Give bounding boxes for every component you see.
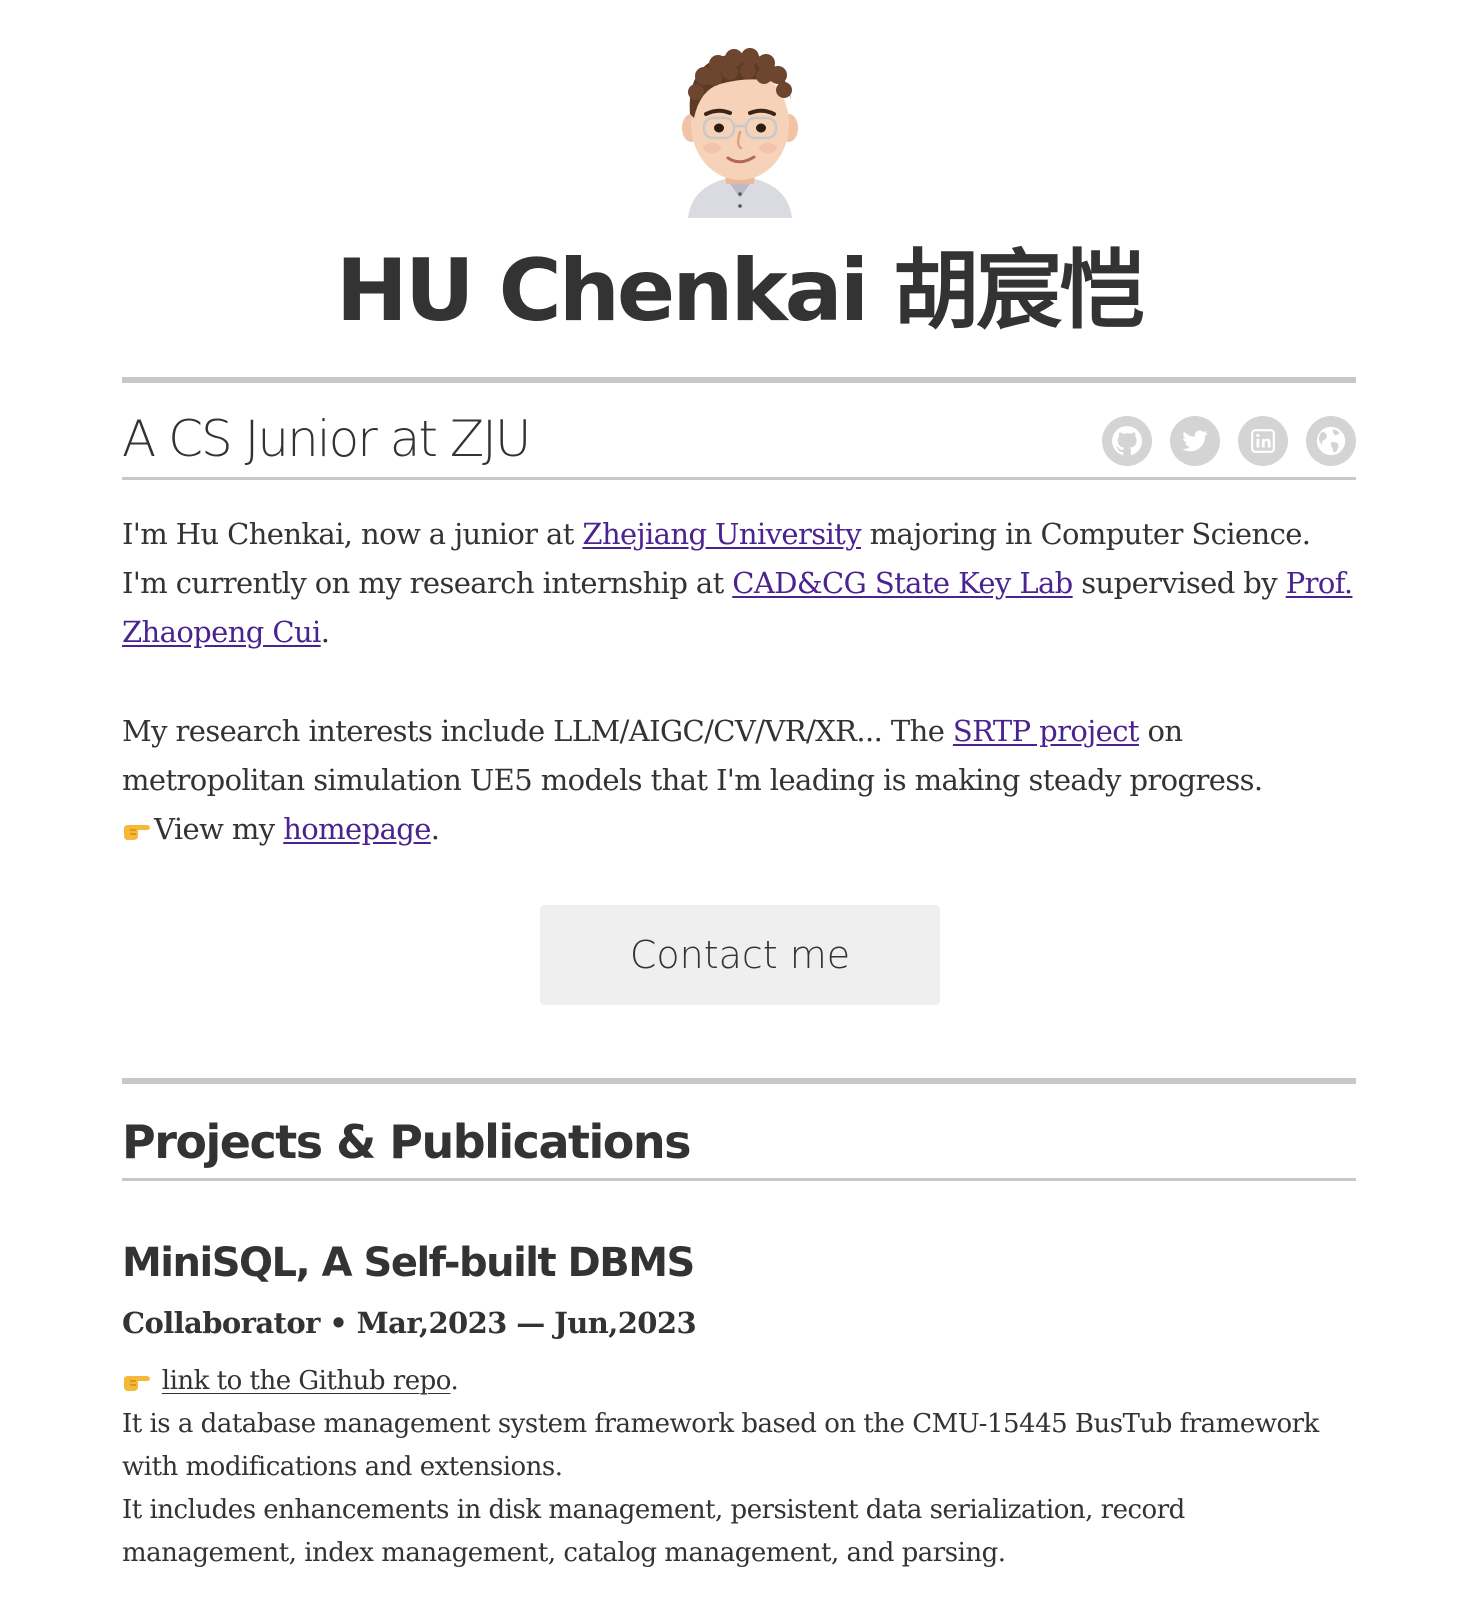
research-paragraph: My research interests include LLM/AIGC/C…	[122, 707, 1356, 854]
pointing-hand-icon	[124, 825, 150, 840]
project-meta: Collaborator • Mar,2023 — Jun,2023	[122, 1306, 697, 1340]
globe-icon	[1316, 426, 1346, 456]
linkedin-icon	[1251, 429, 1275, 453]
divider	[122, 1078, 1356, 1084]
divider	[122, 1178, 1356, 1181]
project-text: .	[450, 1366, 459, 1396]
divider	[122, 477, 1356, 480]
homepage-text: View my	[154, 812, 284, 846]
project-description: link to the Github repo. It is a database…	[122, 1360, 1356, 1575]
github-repo-link[interactable]: link to the Github repo	[162, 1366, 451, 1396]
research-text: My research interests include LLM/AIGC/C…	[122, 714, 953, 748]
contact-button[interactable]: Contact me	[540, 905, 940, 1005]
tagline: A CS Junior at ZJU	[122, 410, 531, 468]
page-title: HU Chenkai 胡宸恺	[335, 241, 1145, 341]
social-links	[1102, 416, 1356, 466]
intro-text: supervised by	[1072, 566, 1286, 600]
pointing-hand-icon	[124, 1376, 150, 1391]
github-icon	[1112, 426, 1143, 456]
twitter-link[interactable]	[1170, 416, 1220, 466]
zju-link[interactable]: Zhejiang University	[582, 517, 861, 551]
github-link[interactable]	[1102, 416, 1152, 466]
twitter-icon	[1182, 430, 1208, 452]
website-link[interactable]	[1306, 416, 1356, 466]
homepage-text: .	[430, 812, 440, 846]
divider	[122, 377, 1356, 383]
section-title: Projects & Publications	[122, 1115, 691, 1169]
srtp-link[interactable]: SRTP project	[953, 714, 1140, 748]
intro-text: .	[320, 615, 330, 649]
project-title: MiniSQL, A Self-built DBMS	[122, 1240, 695, 1286]
intro-paragraph: I'm Hu Chenkai, now a junior at Zhejiang…	[122, 510, 1356, 657]
intro-text: I'm Hu Chenkai, now a junior at	[122, 517, 583, 551]
project-text: It includes enhancements in disk managem…	[122, 1495, 1185, 1568]
project-text: It is a database management system frame…	[122, 1409, 1319, 1482]
lab-link[interactable]: CAD&CG State Key Lab	[732, 566, 1073, 600]
linkedin-link[interactable]	[1238, 416, 1288, 466]
homepage-link[interactable]: homepage	[283, 812, 431, 846]
avatar	[682, 48, 798, 218]
